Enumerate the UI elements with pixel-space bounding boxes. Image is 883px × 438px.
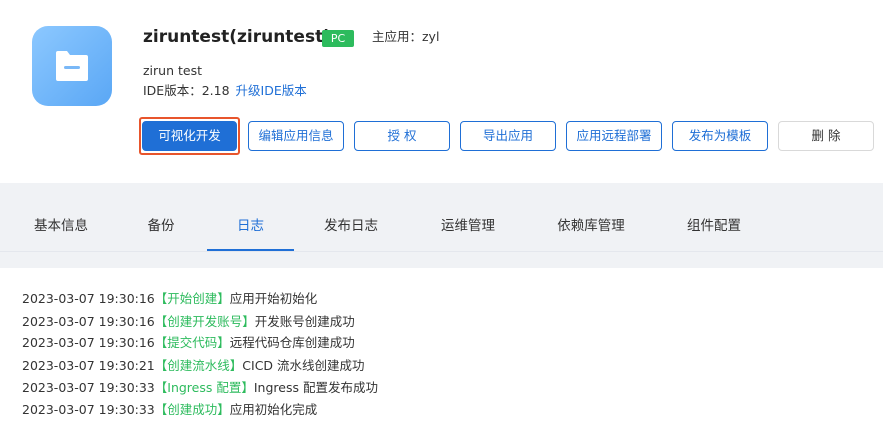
log-time: 2023-03-07 19:30:21 [22,358,155,373]
app-title: ziruntest(ziruntest) [143,27,331,47]
detail-tabs: 基本信息 备份 日志 发布日志 运维管理 依赖库管理 组件配置 [0,200,883,252]
log-item: 2023-03-07 19:30:21【创建流水线】CICD 流水线创建成功 [22,357,365,375]
log-tag: 【创建开发账号】 [154,314,255,329]
log-item: 2023-03-07 19:30:16【开始创建】应用开始初始化 [22,290,317,308]
tab-dependencies[interactable]: 依赖库管理 [540,200,642,251]
publish-template-button[interactable]: 发布为模板 [672,121,768,151]
log-time: 2023-03-07 19:30:16 [22,291,155,306]
ide-version: IDE版本：2.18 [143,83,230,98]
authorize-button[interactable]: 授 权 [354,121,450,151]
visual-dev-button[interactable]: 可视化开发 [142,121,237,151]
log-item: 2023-03-07 19:30:16【创建开发账号】开发账号创建成功 [22,313,355,331]
log-time: 2023-03-07 19:30:16 [22,314,155,329]
app-header-card: ziruntest(ziruntest) PC 主应用：zyl zirun te… [0,0,883,183]
log-item: 2023-03-07 19:30:33【创建成功】应用初始化完成 [22,401,317,419]
upgrade-ide-link[interactable]: 升级IDE版本 [236,83,307,98]
log-tag: 【创建成功】 [154,402,230,417]
app-icon [32,26,112,106]
ide-version-row: IDE版本：2.18 升级IDE版本 [143,82,307,100]
log-message: 应用初始化完成 [229,402,318,417]
export-app-button[interactable]: 导出应用 [460,121,556,151]
log-time: 2023-03-07 19:30:16 [22,335,155,350]
log-item: 2023-03-07 19:30:16【提交代码】远程代码仓库创建成功 [22,334,355,352]
owner-label: 主应用：zyl [372,29,440,44]
delete-button[interactable]: 删 除 [778,121,874,151]
tab-components[interactable]: 组件配置 [671,200,757,251]
log-message: 远程代码仓库创建成功 [229,335,355,350]
tab-logs[interactable]: 日志 [207,200,294,251]
log-message: 开发账号创建成功 [254,314,355,329]
edit-app-info-button[interactable]: 编辑应用信息 [248,121,344,151]
active-tab-indicator [207,249,294,251]
log-time: 2023-03-07 19:30:33 [22,402,155,417]
tab-basic-info[interactable]: 基本信息 [18,200,104,251]
log-tag: 【开始创建】 [154,291,230,306]
remote-deploy-button[interactable]: 应用远程部署 [566,121,662,151]
platform-badge: PC [322,30,354,47]
log-message: Ingress 配置发布成功 [253,380,378,395]
log-tag: 【Ingress 配置】 [154,380,254,395]
log-tag: 【创建流水线】 [154,358,243,373]
log-tag: 【提交代码】 [154,335,230,350]
log-message: CICD 流水线创建成功 [242,358,365,373]
log-panel: 2023-03-07 19:30:16【开始创建】应用开始初始化 2023-03… [0,268,883,438]
log-item: 2023-03-07 19:30:33【Ingress 配置】Ingress 配… [22,379,378,397]
tab-backup[interactable]: 备份 [118,200,204,251]
tab-release-logs[interactable]: 发布日志 [308,200,394,251]
log-message: 应用开始初始化 [229,291,318,306]
tab-ops[interactable]: 运维管理 [425,200,511,251]
app-description: zirun test [143,63,202,78]
folder-icon [56,51,88,81]
log-time: 2023-03-07 19:30:33 [22,380,155,395]
